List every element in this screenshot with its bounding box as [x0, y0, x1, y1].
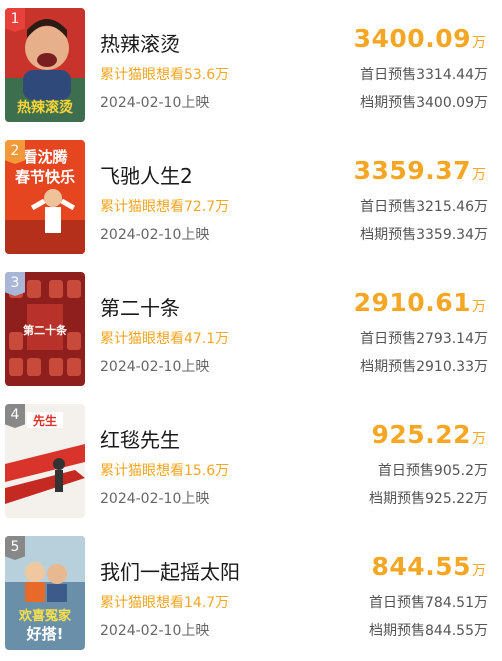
box-office-value: 844.55: [371, 552, 471, 581]
release-date: 2024-02-10上映: [100, 623, 210, 639]
movie-poster[interactable]: 热辣滚烫 1: [5, 8, 85, 122]
movie-poster[interactable]: 看沈腾 春节快乐 2: [5, 140, 85, 254]
movie-title[interactable]: 热辣滚烫: [100, 28, 180, 57]
first-day-presale: 首日预售3314.44万: [360, 67, 488, 83]
movie-title[interactable]: 红毯先生: [100, 424, 180, 453]
movie-row[interactable]: 欢喜冤家 好搭! 5 我们一起摇太阳 累计猫眼想看14.7万 2024-02-1…: [0, 528, 502, 660]
wish-count: 累计猫眼想看15.6万: [100, 463, 230, 479]
release-date: 2024-02-10上映: [100, 227, 210, 243]
wish-count: 累计猫眼想看72.7万: [100, 199, 230, 215]
box-office: 2910.61万: [354, 288, 486, 317]
first-day-presale: 首日预售2793.14万: [360, 331, 488, 347]
box-office-value: 3400.09: [353, 24, 471, 53]
box-office-unit: 万: [472, 35, 486, 51]
first-day-presale: 首日预售784.51万: [369, 595, 488, 611]
poster-title-text: 热辣滚烫: [17, 99, 74, 116]
movie-poster[interactable]: 先生 4: [5, 404, 85, 518]
period-presale: 档期预售2910.33万: [360, 359, 488, 375]
box-office: 844.55万: [372, 552, 486, 581]
box-office-unit: 万: [472, 431, 486, 447]
release-date: 2024-02-10上映: [100, 491, 210, 507]
first-day-presale: 首日预售905.2万: [377, 463, 488, 479]
period-presale: 档期预售3400.09万: [360, 95, 488, 111]
box-office: 3400.09万: [354, 24, 486, 53]
period-presale: 档期预售925.22万: [369, 491, 488, 507]
box-office-value: 2910.61: [353, 288, 471, 317]
period-presale: 档期预售844.55万: [369, 623, 488, 639]
box-office: 925.22万: [372, 420, 486, 449]
movie-poster[interactable]: 欢喜冤家 好搭! 5: [5, 536, 85, 650]
wish-count: 累计猫眼想看14.7万: [100, 595, 230, 611]
wish-count: 累计猫眼想看47.1万: [100, 331, 230, 347]
rank-badge: 4: [5, 404, 25, 428]
rank-badge: 2: [5, 140, 25, 164]
movie-row[interactable]: 第二十条 3 第二十条 累计猫眼想看47.1万 2024-02-10上映 291…: [0, 264, 502, 396]
poster-title-text: 先生: [33, 413, 57, 428]
wish-count: 累计猫眼想看53.6万: [100, 67, 230, 83]
period-presale: 档期预售3359.34万: [360, 227, 488, 243]
rank-badge: 5: [5, 536, 25, 560]
box-office-unit: 万: [472, 167, 486, 183]
movie-title[interactable]: 我们一起摇太阳: [100, 556, 240, 585]
movie-row[interactable]: 看沈腾 春节快乐 2 飞驰人生2 累计猫眼想看72.7万 2024-02-10上…: [0, 132, 502, 264]
release-date: 2024-02-10上映: [100, 95, 210, 111]
box-office-unit: 万: [472, 563, 486, 579]
movie-box-office-list: 热辣滚烫 1 热辣滚烫 累计猫眼想看53.6万 2024-02-10上映 340…: [0, 0, 502, 661]
box-office-unit: 万: [472, 299, 486, 315]
first-day-presale: 首日预售3215.46万: [360, 199, 488, 215]
movie-row[interactable]: 先生 4 红毯先生 累计猫眼想看15.6万 2024-02-10上映 925.2…: [0, 396, 502, 528]
poster-title-line-1: 看沈腾: [22, 148, 68, 166]
poster-title-line-2: 春节快乐: [15, 168, 75, 186]
movie-poster[interactable]: 第二十条 3: [5, 272, 85, 386]
box-office-value: 925.22: [371, 420, 471, 449]
rank-badge: 1: [5, 8, 25, 32]
poster-title-text: 第二十条: [23, 323, 68, 337]
poster-title-line-2: 好搭!: [26, 625, 64, 643]
box-office-value: 3359.37: [353, 156, 471, 185]
rank-badge: 3: [5, 272, 25, 296]
poster-title-line-1: 欢喜冤家: [18, 608, 72, 624]
movie-title[interactable]: 飞驰人生2: [100, 160, 193, 189]
movie-row[interactable]: 热辣滚烫 1 热辣滚烫 累计猫眼想看53.6万 2024-02-10上映 340…: [0, 0, 502, 132]
release-date: 2024-02-10上映: [100, 359, 210, 375]
box-office: 3359.37万: [354, 156, 486, 185]
movie-title[interactable]: 第二十条: [100, 292, 180, 321]
